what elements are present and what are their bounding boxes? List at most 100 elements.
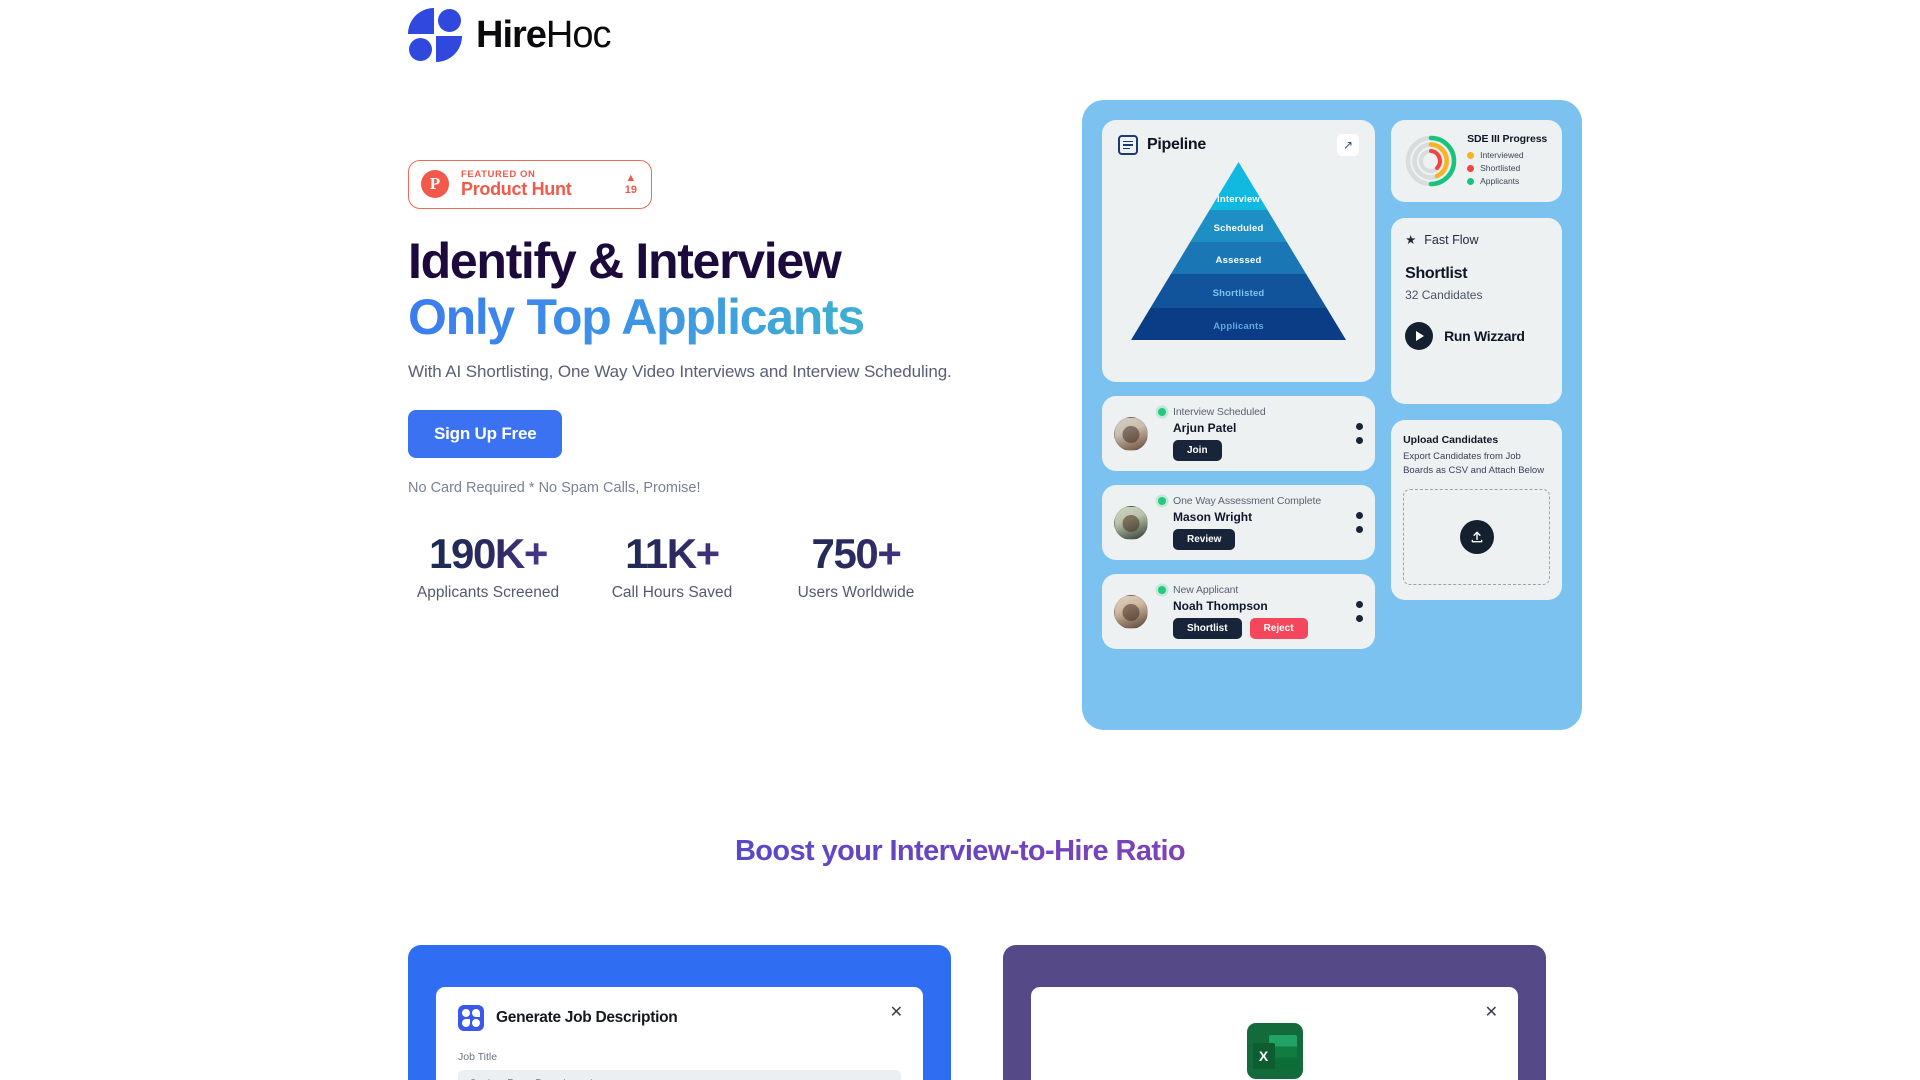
more-options-icon[interactable] [1356, 601, 1363, 622]
funnel-stage-label: Scheduled [1131, 223, 1346, 234]
page-title: Identify & Interview Only Top Applicants [408, 233, 1068, 346]
fast-flow-title: Shortlist [1405, 265, 1548, 283]
join-button[interactable]: Join [1173, 440, 1222, 461]
legend-label: Interviewed [1480, 150, 1523, 160]
review-button[interactable]: Review [1173, 529, 1235, 550]
site-header: HireHoc [408, 8, 611, 62]
legend-item: Shortlisted [1467, 163, 1550, 173]
headline-line-2: Only Top Applicants [408, 289, 1068, 346]
product-hunt-icon: P [421, 170, 449, 198]
legend-item: Applicants [1467, 176, 1550, 186]
play-icon[interactable] [1405, 322, 1433, 350]
stat-item: 11K+ Call Hours Saved [592, 530, 752, 602]
badge-vote-count: 19 [625, 184, 637, 196]
candidate-row[interactable]: One Way Assessment Complete Mason Wright… [1102, 485, 1375, 560]
fast-flow-subtitle: 32 Candidates [1405, 288, 1548, 302]
candidate-status: New Applicant [1173, 584, 1238, 596]
funnel-stage: Shortlisted [1131, 274, 1346, 308]
shortlist-button[interactable]: Shortlist [1173, 618, 1242, 639]
candidate-name: Arjun Patel [1173, 421, 1346, 435]
funnel-stage-label: Assessed [1131, 255, 1346, 266]
job-description-modal: Generate Job Description ✕ Job Title Spr… [436, 987, 923, 1080]
legend-label: Applicants [1480, 176, 1519, 186]
product-hunt-badge[interactable]: P FEATURED ON Product Hunt ▲ 19 [408, 160, 652, 209]
stat-label: Call Hours Saved [592, 584, 752, 602]
brand-wordmark: HireHoc [476, 14, 611, 57]
upload-title: Upload Candidates [1403, 434, 1550, 446]
candidate-row[interactable]: New Applicant Noah Thompson Shortlist Re… [1102, 574, 1375, 649]
upload-candidates-card: Upload Candidates Export Candidates from… [1391, 420, 1562, 600]
stat-value: 750+ [776, 530, 936, 578]
badge-vote: ▲ 19 [625, 172, 637, 196]
hero-stats: 190K+ Applicants Screened 11K+ Call Hour… [408, 530, 1068, 602]
stat-value: 11K+ [592, 530, 752, 578]
funnel-stage-label: Shortlisted [1131, 288, 1346, 299]
job-title-label: Job Title [458, 1051, 901, 1063]
modal-title: Generate Job Description [496, 1009, 677, 1027]
feature-card-csv-upload: ✕ X [1003, 945, 1546, 1080]
funnel-stage: Scheduled [1131, 210, 1346, 242]
excel-file-icon: X [1247, 1023, 1303, 1079]
candidate-row[interactable]: Interview Scheduled Arjun Patel Join [1102, 396, 1375, 471]
job-title-input[interactable]: Spring Boot Developer| [458, 1070, 901, 1080]
progress-title: SDE III Progress [1467, 133, 1550, 145]
more-options-icon[interactable] [1356, 423, 1363, 444]
legend-label: Shortlisted [1480, 163, 1520, 173]
hero-section: P FEATURED ON Product Hunt ▲ 19 Identify… [408, 160, 1068, 602]
candidate-status: Interview Scheduled [1173, 406, 1266, 418]
pipeline-title: Pipeline [1147, 136, 1206, 154]
status-dot-icon [1158, 586, 1166, 594]
badge-product-name: Product Hunt [461, 180, 613, 199]
funnel-stage: Interview [1131, 162, 1346, 210]
avatar [1114, 595, 1148, 629]
brand-name-light: Hoc [546, 14, 611, 56]
csv-upload-modal: ✕ X [1031, 987, 1518, 1080]
expand-icon[interactable]: ↗ [1337, 134, 1359, 156]
stat-value: 190K+ [408, 530, 568, 578]
headline-line-1: Identify & Interview [408, 233, 1068, 290]
close-icon[interactable]: ✕ [1485, 1005, 1498, 1021]
avatar [1114, 417, 1148, 451]
document-icon [1118, 135, 1138, 155]
avatar [1114, 506, 1148, 540]
funnel-stage: Applicants [1131, 308, 1346, 340]
candidate-name: Noah Thompson [1173, 599, 1346, 613]
stat-label: Users Worldwide [776, 584, 936, 602]
radial-progress-chart [1403, 133, 1459, 189]
landing-page: HireHoc P FEATURED ON Product Hunt ▲ 19 … [0, 0, 1920, 1080]
candidate-status: One Way Assessment Complete [1173, 495, 1321, 507]
run-wizzard-label[interactable]: Run Wizzard [1444, 328, 1525, 344]
reject-button[interactable]: Reject [1250, 618, 1308, 639]
upload-icon[interactable] [1460, 520, 1494, 554]
feature-card-job-description: Generate Job Description ✕ Job Title Spr… [408, 945, 951, 1080]
close-icon[interactable]: ✕ [890, 1005, 903, 1021]
upload-description: Export Candidates from Job Boards as CSV… [1403, 450, 1550, 479]
caret-up-icon: ▲ [625, 172, 636, 184]
funnel-stage: Assessed [1131, 242, 1346, 274]
funnel-stage-label: Applicants [1131, 321, 1346, 332]
sign-up-free-button[interactable]: Sign Up Free [408, 410, 562, 458]
status-dot-icon [1158, 497, 1166, 505]
hero-promise-text: No Card Required * No Spam Calls, Promis… [408, 480, 1068, 496]
status-dot-icon [1158, 408, 1166, 416]
file-dropzone[interactable] [1403, 489, 1550, 585]
progress-card: SDE III Progress Interviewed Shortlisted… [1391, 120, 1562, 202]
hirehoc-logo-icon [458, 1005, 484, 1031]
fast-flow-header: Fast Flow [1424, 233, 1478, 247]
funnel-stage-label: Interview [1131, 194, 1346, 205]
excel-letter: X [1253, 1043, 1275, 1069]
stat-item: 190K+ Applicants Screened [408, 530, 568, 602]
fast-flow-card: ★ Fast Flow Shortlist 32 Candidates Run … [1391, 218, 1562, 404]
brand-name-bold: Hire [476, 14, 546, 56]
star-icon: ★ [1405, 232, 1416, 247]
pipeline-card: Pipeline ↗ Interview Scheduled Assessed … [1102, 120, 1375, 382]
legend-item: Interviewed [1467, 150, 1550, 160]
more-options-icon[interactable] [1356, 512, 1363, 533]
dashboard-preview: Pipeline ↗ Interview Scheduled Assessed … [1082, 100, 1582, 730]
section-title: Boost your Interview-to-Hire Ratio [0, 835, 1920, 868]
candidate-name: Mason Wright [1173, 510, 1346, 524]
hirehoc-logo-icon [408, 8, 462, 62]
feature-cards: Generate Job Description ✕ Job Title Spr… [408, 945, 1548, 1080]
stat-label: Applicants Screened [408, 584, 568, 602]
hero-subtitle: With AI Shortlisting, One Way Video Inte… [408, 362, 1068, 382]
